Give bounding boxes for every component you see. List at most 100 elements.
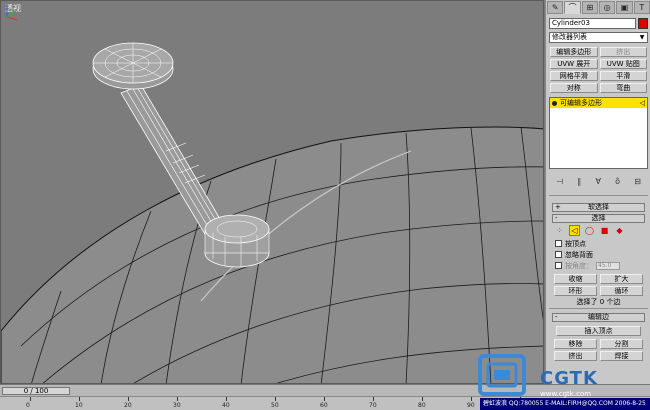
make-unique-icon[interactable]: ∀ xyxy=(595,177,600,186)
time-slider[interactable]: 0 / 100 xyxy=(2,387,70,395)
edge-icon[interactable]: ◁ xyxy=(569,225,580,236)
bend-button[interactable]: 弯曲 xyxy=(599,83,647,93)
ruler-tick xyxy=(422,397,423,401)
soft-selection-rollout[interactable]: + 软选择 xyxy=(552,203,645,212)
ruler-tick xyxy=(79,397,80,401)
ring-loop-row: 环形 循环 xyxy=(554,286,643,296)
modifier-list-label: 修改器列表 xyxy=(552,33,587,41)
edit-poly-button[interactable]: 编辑多边形 xyxy=(550,47,598,57)
selection-label: 选择 xyxy=(591,214,606,222)
edit-edges-label: 编辑边 xyxy=(588,313,609,321)
stack-item-editable-poly[interactable]: 可编辑多边形 ◁ xyxy=(550,98,647,108)
ruler-tick-label: 10 xyxy=(75,402,83,409)
ruler-tick xyxy=(373,397,374,401)
ruler-tick-label: 80 xyxy=(418,402,426,409)
selection-status: 选择了 0 个边 xyxy=(576,298,621,306)
ring-button[interactable]: 环形 xyxy=(554,286,597,296)
modify-tab[interactable]: ⌒ xyxy=(564,1,581,14)
plus-icon: + xyxy=(555,203,561,211)
ruler-tick-label: 90 xyxy=(467,402,475,409)
utilities-tab[interactable]: T xyxy=(633,1,650,14)
edit-edges-rollout[interactable]: - 编辑边 xyxy=(552,313,645,322)
insert-vertex-button[interactable]: 插入顶点 xyxy=(556,326,641,336)
ignore-backfacing-checkbox[interactable]: 忽略背面 xyxy=(555,250,593,259)
ignore-backfacing-label: 忽略背面 xyxy=(565,250,593,259)
max-window: 透视 ✎ ⌒ ⊞ ◎ ▣ T Cylinder03 修改器列表 ▼ 编辑多边形 … xyxy=(0,0,650,410)
remove-button[interactable]: 移除 xyxy=(554,339,597,349)
watermark-brand: CGTK xyxy=(540,368,598,389)
checkbox-box xyxy=(555,262,562,269)
ruler-tick-label: 40 xyxy=(222,402,230,409)
by-angle-label: 按角度： xyxy=(565,261,593,270)
command-panel: ✎ ⌒ ⊞ ◎ ▣ T Cylinder03 修改器列表 ▼ 编辑多边形 挤出 … xyxy=(545,0,650,384)
motion-icon: ◎ xyxy=(603,3,611,12)
element-icon[interactable]: ◆ xyxy=(614,225,625,236)
grow-button[interactable]: 扩大 xyxy=(600,274,643,284)
ruler-tick-label: 30 xyxy=(173,402,181,409)
ruler-tick-label: 20 xyxy=(124,402,132,409)
border-icon[interactable]: ◯ xyxy=(584,225,595,236)
checkbox-box xyxy=(555,251,562,258)
remove-split-row: 移除 分割 xyxy=(554,339,643,349)
angle-spinner[interactable]: 45.0 xyxy=(596,261,620,270)
create-tab[interactable]: ✎ xyxy=(547,1,564,14)
ruler-tick xyxy=(226,397,227,401)
modifier-buttons: 编辑多边形 挤出 UVW 展开 UVW 贴图 网格平滑 平滑 对称 弯曲 xyxy=(550,47,647,93)
by-angle-checkbox[interactable]: 按角度： 45.0 xyxy=(555,261,620,270)
display-tab[interactable]: ▣ xyxy=(616,1,633,14)
command-panel-tabs: ✎ ⌒ ⊞ ◎ ▣ T xyxy=(547,1,650,15)
minus-icon: - xyxy=(555,214,558,222)
object-name-field[interactable]: Cylinder03 xyxy=(549,18,636,29)
by-vertex-checkbox[interactable]: 按顶点 xyxy=(555,239,586,248)
selection-rollout[interactable]: - 选择 xyxy=(552,214,645,223)
by-vertex-label: 按顶点 xyxy=(565,239,586,248)
uvw-unwrap-button[interactable]: UVW 展开 xyxy=(550,59,598,69)
sphere-mesh xyxy=(1,126,543,383)
object-color-swatch[interactable] xyxy=(638,18,648,29)
object-name-row: Cylinder03 xyxy=(549,18,648,29)
configure-sets-icon[interactable]: ⊟ xyxy=(634,177,641,186)
chevron-down-icon: ▼ xyxy=(639,34,645,41)
create-icon: ✎ xyxy=(551,3,559,12)
checkbox-box xyxy=(555,240,562,247)
ruler-tick xyxy=(324,397,325,401)
divider xyxy=(549,195,648,196)
stack-toolbar: ⊣ ∥ ∀ ô ⊟ xyxy=(549,175,648,187)
perspective-viewport[interactable]: 透视 xyxy=(0,0,544,384)
shrink-button[interactable]: 收缩 xyxy=(554,274,597,284)
uvw-map-button[interactable]: UVW 贴图 xyxy=(599,59,647,69)
subobject-icons: ⁘ ◁ ◯ ■ ◆ xyxy=(554,225,634,236)
pin-stack-icon[interactable]: ⊣ xyxy=(556,177,563,186)
soft-selection-label: 软选择 xyxy=(588,203,609,211)
poly-icon: ◁ xyxy=(639,99,645,107)
remove-modifier-icon[interactable]: ô xyxy=(615,177,620,186)
bulb-icon xyxy=(552,100,557,106)
modifier-list-dropdown[interactable]: 修改器列表 ▼ xyxy=(549,32,648,43)
show-end-result-icon[interactable]: ∥ xyxy=(577,177,581,186)
author-status-bar: 碧虹波浪 QQ:780055 E-MAIL:FIRH@QQ.COM 2006-8… xyxy=(480,398,650,410)
utilities-icon: T xyxy=(639,3,645,12)
polygon-icon[interactable]: ■ xyxy=(599,225,610,236)
ruler-tick xyxy=(128,397,129,401)
hierarchy-tab[interactable]: ⊞ xyxy=(581,1,598,14)
minus-icon: - xyxy=(555,313,558,321)
meshsmooth-button[interactable]: 网格平滑 xyxy=(550,71,598,81)
motion-tab[interactable]: ◎ xyxy=(598,1,616,14)
divider xyxy=(549,308,648,309)
modify-icon: ⌒ xyxy=(568,3,577,12)
ruler-tick-label: 0 xyxy=(26,402,30,409)
vertex-icon[interactable]: ⁘ xyxy=(554,225,565,236)
ruler-tick-label: 50 xyxy=(271,402,279,409)
stack-item-label: 可编辑多边形 xyxy=(560,99,602,107)
split-button[interactable]: 分割 xyxy=(600,339,643,349)
smooth-button[interactable]: 平滑 xyxy=(599,71,647,81)
axis-tripod xyxy=(6,5,18,21)
weld-button[interactable]: 焊接 xyxy=(600,351,643,361)
ruler-tick-label: 70 xyxy=(369,402,377,409)
shrink-grow-row: 收缩 扩大 xyxy=(554,274,643,284)
ruler-tick xyxy=(275,397,276,401)
extrude-mod-button[interactable]: 挤出 xyxy=(599,47,647,57)
symmetry-button[interactable]: 对称 xyxy=(550,83,598,93)
loop-button[interactable]: 循环 xyxy=(600,286,643,296)
watermark-url: www.cgtk.com xyxy=(540,390,592,398)
